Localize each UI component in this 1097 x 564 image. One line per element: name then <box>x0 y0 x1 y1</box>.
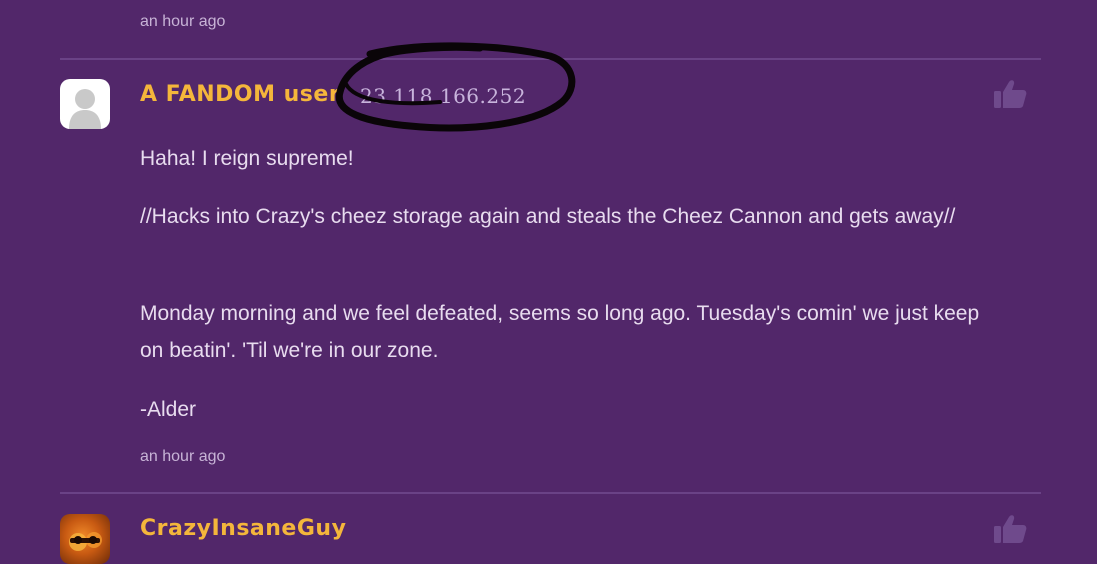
thumbs-up-icon[interactable] <box>993 79 1027 109</box>
comment-author[interactable]: A FANDOM user <box>140 82 340 107</box>
previous-comment-timestamp: an hour ago <box>140 13 226 30</box>
comment-paragraph: -Alder <box>140 398 197 421</box>
comment-paragraph: Monday morning and we feel defeated, see… <box>140 302 980 362</box>
user-avatar <box>69 532 102 551</box>
redaction-scribble <box>335 42 576 132</box>
comment-timestamp: an hour ago <box>140 448 226 465</box>
thumbs-up-icon[interactable] <box>993 514 1027 544</box>
avatar[interactable] <box>60 79 110 129</box>
comment-paragraph: //Hacks into Crazy's cheez storage again… <box>140 205 956 228</box>
comment-paragraph: Haha! I reign supreme! <box>140 147 354 170</box>
avatar[interactable] <box>60 514 110 564</box>
comment-author[interactable]: CrazyInsaneGuy <box>140 516 346 541</box>
comment-divider <box>60 492 1041 494</box>
default-user-icon <box>69 89 101 129</box>
